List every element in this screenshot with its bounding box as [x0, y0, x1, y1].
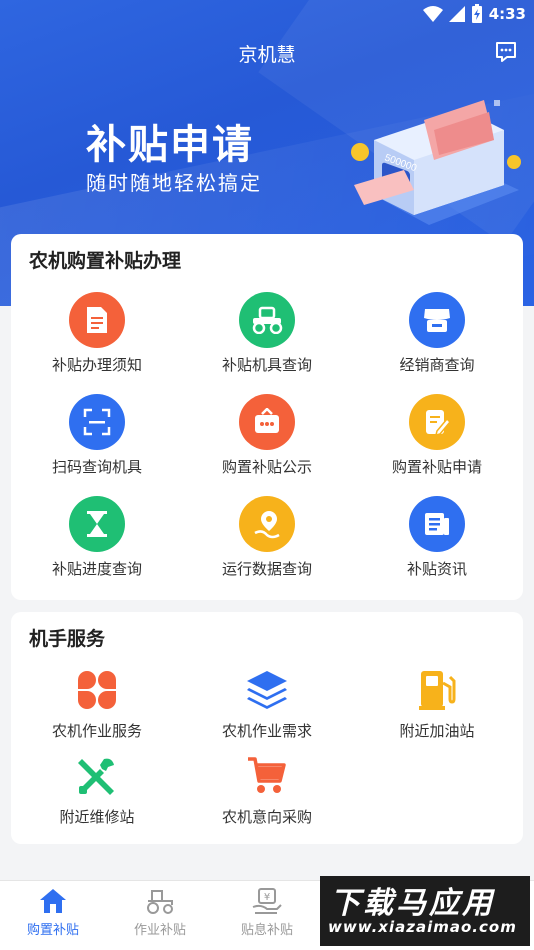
grid-item-subsidy-news[interactable]: 补贴资讯: [352, 496, 522, 579]
tab-label: 购置补贴: [26, 923, 79, 938]
wifi-icon: [422, 6, 443, 22]
repair-tools-icon: [75, 754, 119, 798]
grid-item-label: 购置补贴申请: [391, 458, 482, 476]
grid-item-subsidy-apply[interactable]: 购置补贴申请: [352, 394, 522, 477]
grid-item-label: 补贴机具查询: [221, 356, 312, 374]
banner-title: 补贴申请: [86, 122, 254, 168]
grid-item-dealer-query[interactable]: 经销商查询: [352, 292, 522, 375]
tractor-icon: [239, 292, 295, 348]
service-item-work-demand[interactable]: 农机作业需求: [182, 668, 352, 741]
grid-item-subsidy-public[interactable]: 购置补贴公示: [182, 394, 352, 477]
store-icon: [409, 292, 465, 348]
service-item-repair-station[interactable]: 附近维修站: [12, 754, 182, 827]
status-bar: 4:33: [0, 0, 534, 28]
gas-station-icon: [415, 668, 459, 712]
hourglass-icon: [69, 496, 125, 552]
tab-interest-subsidy[interactable]: ¥ 贴息补贴: [222, 887, 312, 938]
tab-purchase-subsidy[interactable]: 购置补贴: [8, 887, 98, 938]
banner-subtitle: 随时随地轻松搞定: [86, 171, 262, 195]
subsidy-section-title: 农机购置补贴办理: [29, 250, 182, 272]
service-item-label: 附近维修站: [59, 808, 135, 826]
svg-text:¥: ¥: [264, 892, 270, 903]
watermark-title: 下载马应用: [330, 886, 495, 921]
announcement-icon: [239, 394, 295, 450]
tab-label: 作业补贴: [133, 923, 186, 938]
layers-icon: [245, 668, 289, 712]
grid-item-label: 补贴办理须知: [51, 356, 142, 374]
document-icon: [69, 292, 125, 348]
service-item-gas-station[interactable]: 附近加油站: [352, 668, 522, 741]
edit-form-icon: [409, 394, 465, 450]
grid-service-icon: [75, 668, 119, 712]
interest-subsidy-icon: ¥: [252, 888, 282, 914]
grid-item-label: 补贴资讯: [406, 560, 467, 578]
grid-item-running-data[interactable]: 运行数据查询: [182, 496, 352, 579]
service-item-label: 附近加油站: [399, 722, 475, 740]
watermark: 下载马应用 www.xiazaimao.com: [320, 876, 530, 946]
grid-item-label: 运行数据查询: [221, 560, 312, 578]
service-item-purchase-intent[interactable]: 农机意向采购: [182, 754, 352, 827]
grid-item-progress-query[interactable]: 补贴进度查询: [12, 496, 182, 579]
service-item-farm-work[interactable]: 农机作业服务: [12, 668, 182, 741]
tractor-outline-icon: [147, 890, 173, 914]
grid-item-label: 补贴进度查询: [51, 560, 142, 578]
grid-item-label: 购置补贴公示: [221, 458, 312, 476]
news-icon: [409, 496, 465, 552]
money-counter-illustration: 500000: [351, 100, 521, 225]
grid-item-label: 经销商查询: [399, 356, 475, 374]
watermark-url: www.xiazaimao.com: [328, 918, 517, 936]
service-item-label: 农机作业服务: [51, 722, 142, 740]
service-card: 机手服务 农机作业服务 农机作业需求 附近加油站 附近维修站 农机意向采购: [11, 612, 523, 844]
location-track-icon: [239, 496, 295, 552]
status-time: 4:33: [488, 5, 526, 23]
service-section-title: 机手服务: [29, 628, 106, 650]
shopping-cart-icon: [245, 754, 289, 798]
scan-icon: [69, 394, 125, 450]
app-title: 京机慧: [238, 44, 296, 66]
grid-item-subsidy-guide[interactable]: 补贴办理须知: [12, 292, 182, 375]
message-icon[interactable]: [494, 40, 518, 64]
grid-item-machine-query[interactable]: 补贴机具查询: [182, 292, 352, 375]
home-icon: [40, 889, 66, 913]
grid-item-label: 扫码查询机具: [51, 458, 142, 476]
subsidy-card: 农机购置补贴办理 补贴办理须知 补贴机具查询 经销商查询 扫码查询机具 购置补贴…: [11, 234, 523, 600]
battery-icon: [471, 4, 482, 23]
signal-icon: [448, 6, 465, 22]
service-item-label: 农机意向采购: [221, 808, 312, 826]
tab-label: 贴息补贴: [240, 923, 293, 938]
service-item-label: 农机作业需求: [221, 722, 312, 740]
grid-item-scan-query[interactable]: 扫码查询机具: [12, 394, 182, 477]
tab-work-subsidy[interactable]: 作业补贴: [115, 887, 205, 938]
